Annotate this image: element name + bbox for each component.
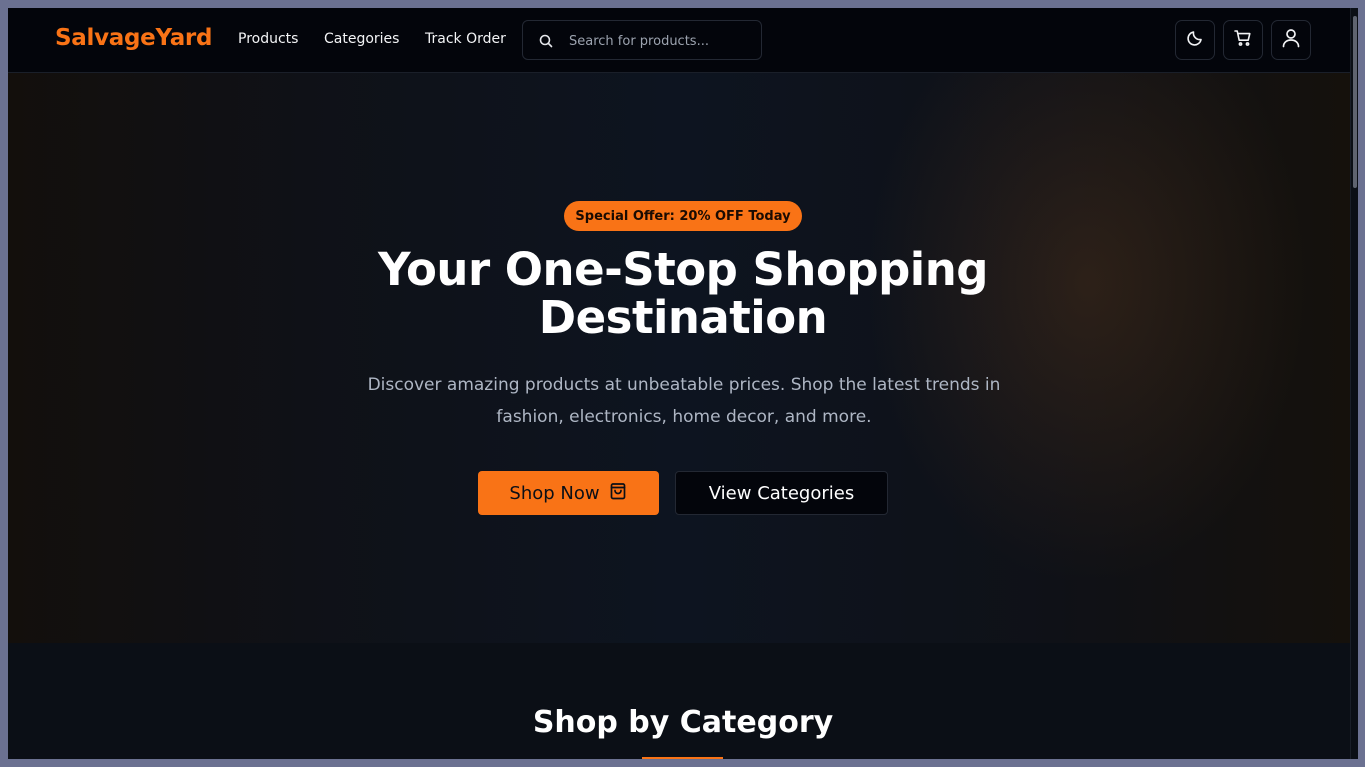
hero-title-line-1: Your One-Stop Shopping [378, 243, 988, 296]
section-title-underline [642, 757, 723, 759]
moon-icon [1185, 28, 1205, 52]
shopping-bag-icon [608, 481, 628, 506]
user-icon [1280, 27, 1302, 53]
nav-categories[interactable]: Categories [324, 31, 399, 47]
theme-toggle-button[interactable] [1175, 20, 1215, 60]
user-account-button[interactable] [1271, 20, 1311, 60]
browser-viewport: SalvageYard Products Categories Track Or… [8, 8, 1358, 759]
shop-now-button[interactable]: Shop Now [478, 471, 659, 515]
search-icon [538, 33, 554, 49]
nav-track-order[interactable]: Track Order [425, 31, 506, 47]
shop-now-label: Shop Now [509, 482, 600, 504]
site-header: SalvageYard Products Categories Track Or… [8, 8, 1350, 73]
hero-section: Special Offer: 20% OFF Today Your One-St… [8, 73, 1350, 643]
nav-products[interactable]: Products [238, 31, 298, 47]
hero-title-line-2: Destination [538, 291, 828, 344]
section-title: Shop by Category [532, 705, 834, 740]
search-input[interactable] [569, 31, 749, 51]
scrollbar-thumb[interactable] [1353, 16, 1357, 188]
cart-icon [1233, 28, 1253, 52]
search-box [522, 20, 762, 60]
hero-description: Discover amazing products at unbeatable … [367, 375, 1001, 427]
view-categories-button[interactable]: View Categories [675, 471, 888, 515]
cart-button[interactable] [1223, 20, 1263, 60]
page-scrollbar[interactable] [1350, 8, 1358, 759]
special-offer-badge: Special Offer: 20% OFF Today [564, 201, 802, 231]
site-logo[interactable]: SalvageYard [55, 25, 212, 51]
hero-title: Your One-Stop Shopping Destination [308, 246, 1058, 342]
